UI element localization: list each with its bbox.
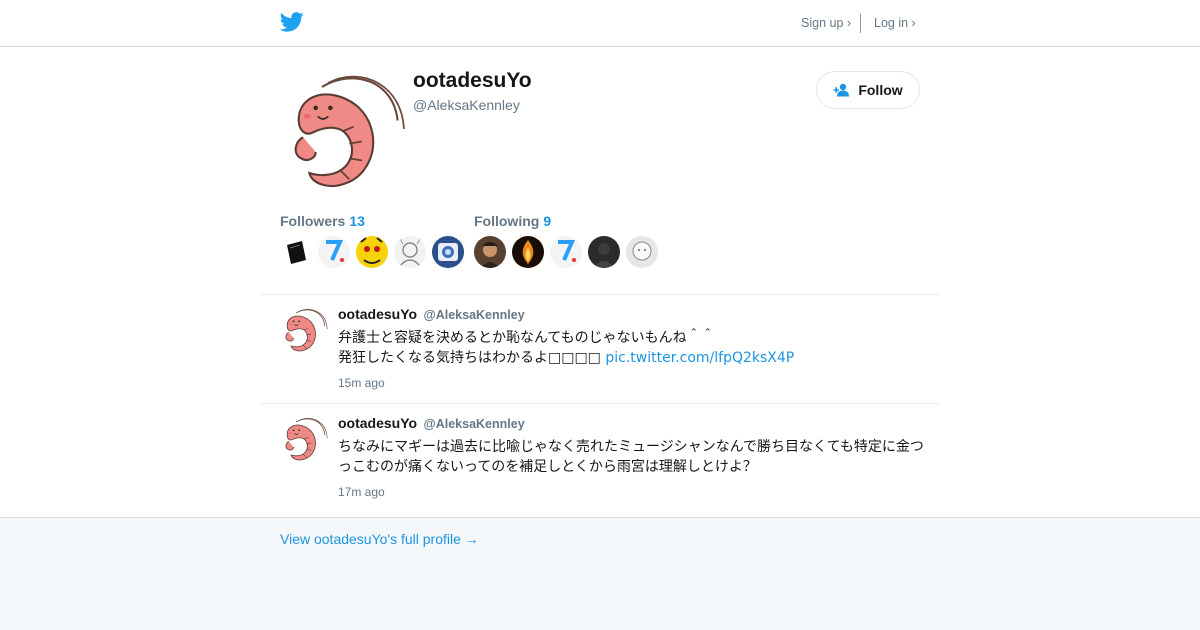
following-avatar[interactable] — [512, 236, 544, 268]
tweet-author-handle[interactable]: @AleksaKennley — [424, 308, 525, 322]
following-avatar[interactable] — [550, 236, 582, 268]
view-full-profile-link[interactable]: View ootadesuYo's full profile → — [280, 531, 479, 547]
tweet-text-line: っこむのが痛くないってのを補足しとくから雨宮は理解しとけよ？ — [338, 459, 757, 475]
tweet-item[interactable]: ootadesuYo @AleksaKennley ちなみにマギーは過去に比喩じ… — [280, 415, 940, 505]
tweet-divider — [260, 403, 940, 404]
tweet-header: ootadesuYo @AleksaKennley — [338, 415, 525, 433]
follower-avatar[interactable] — [318, 236, 350, 268]
profile-display-name[interactable]: ootadesuYo — [413, 69, 532, 93]
tweet-timestamp[interactable]: 15m ago — [338, 376, 385, 390]
add-user-icon — [833, 83, 850, 97]
nav-divider — [860, 14, 861, 33]
top-navigation-bar: Sign up › Log in › — [0, 0, 1200, 47]
follow-button[interactable]: Follow — [816, 71, 920, 109]
tweet-author-avatar[interactable] — [280, 415, 328, 463]
following-stat[interactable]: Following 9 — [474, 213, 551, 229]
tweet-text: 弁護士と容疑を決めるとか恥なんてものじゃないもんね＾＾ 発狂したくなる気持ちはわ… — [338, 328, 938, 368]
following-label: Following — [474, 213, 540, 229]
follower-avatar[interactable] — [280, 236, 312, 268]
tweet-text-line: ちなみにマギーは過去に比喩じゃなく売れたミュージシャンなんで勝ち目なくても特定に… — [338, 439, 924, 455]
tweet-author-name[interactable]: ootadesuYo — [338, 415, 417, 431]
following-count: 9 — [543, 213, 552, 229]
tweet-divider — [260, 294, 940, 295]
tweet-timestamp[interactable]: 17m ago — [338, 485, 385, 499]
tweet-item[interactable]: ootadesuYo @AleksaKennley 弁護士と容疑を決めるとか恥な… — [280, 306, 940, 396]
followers-avatar-list — [280, 236, 464, 268]
follower-avatar[interactable] — [432, 236, 464, 268]
following-avatar[interactable] — [474, 236, 506, 268]
tweet-text-line: 弁護士と容疑を決めるとか恥なんてものじゃないもんね＾＾ — [338, 330, 715, 346]
tweet-media-link[interactable]: pic.twitter.com/lfpQ2ksX4P — [605, 350, 794, 366]
following-avatar[interactable] — [626, 236, 658, 268]
tweet-author-avatar[interactable] — [280, 306, 328, 354]
tweet-author-name[interactable]: ootadesuYo — [338, 306, 417, 322]
tweet-header: ootadesuYo @AleksaKennley — [338, 306, 525, 324]
log-in-link[interactable]: Log in › — [874, 16, 916, 30]
tweet-author-handle[interactable]: @AleksaKennley — [424, 417, 525, 431]
twitter-bird-icon[interactable] — [280, 11, 304, 33]
tweet-text-line: 発狂したくなる気持ちはわかるよ□□□□ pic.twitter.com/lfpQ… — [338, 348, 938, 368]
tweet-text-segment: 発狂したくなる気持ちはわかるよ□□□□ — [338, 350, 601, 366]
followers-label: Followers — [280, 213, 346, 229]
sign-up-link[interactable]: Sign up › — [801, 16, 851, 30]
follower-avatar[interactable] — [394, 236, 426, 268]
tweet-text: ちなみにマギーは過去に比喩じゃなく売れたミュージシャンなんで勝ち目なくても特定に… — [338, 437, 938, 477]
followers-stat[interactable]: Followers 13 — [280, 213, 365, 229]
profile-screen-name[interactable]: @AleksaKennley — [413, 97, 520, 113]
follow-button-label: Follow — [858, 82, 903, 98]
footer: View ootadesuYo's full profile → — [0, 517, 1200, 630]
following-avatar-list — [474, 236, 658, 268]
profile-avatar[interactable] — [280, 68, 406, 194]
following-avatar[interactable] — [588, 236, 620, 268]
followers-count: 13 — [349, 213, 365, 229]
follower-avatar[interactable] — [356, 236, 388, 268]
